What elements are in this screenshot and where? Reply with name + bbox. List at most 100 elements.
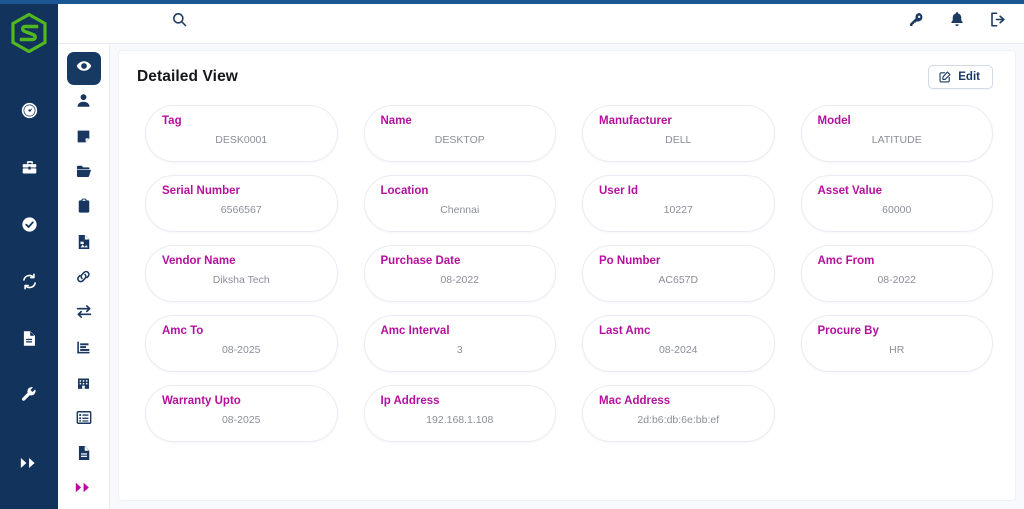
- search-button[interactable]: [168, 11, 190, 33]
- field-card: Amc From 08-2022: [800, 245, 993, 302]
- field-value: 08-2022: [877, 274, 917, 286]
- field-label: Amc To: [162, 325, 204, 337]
- strip-item-attachments[interactable]: [67, 228, 101, 261]
- user-icon: [76, 93, 91, 113]
- strip-item-notes[interactable]: [67, 122, 101, 155]
- primary-sidebar-items: [0, 77, 58, 486]
- field-value: 2d:b6:db:6e:bb:ef: [637, 414, 720, 426]
- field-card: Warranty Upto 08-2025: [145, 385, 338, 442]
- strip-item-user[interactable]: [67, 87, 101, 120]
- field-value: 6566567: [220, 204, 262, 216]
- rail-item-expand[interactable]: [0, 439, 58, 486]
- field-value: AC657D: [658, 274, 699, 286]
- change-password-button[interactable]: [906, 12, 926, 32]
- field-label: Purchase Date: [380, 255, 461, 267]
- note-icon: [76, 129, 91, 149]
- strip-item-transfer[interactable]: [67, 298, 101, 331]
- hexagon-s-logo-icon: [11, 12, 47, 58]
- strip-item-analytics[interactable]: [67, 333, 101, 366]
- main-region: Detailed View Edit Tag DESK0001 Name DES…: [58, 0, 1024, 509]
- rail-item-dashboard[interactable]: [0, 87, 58, 134]
- field-label: Location: [380, 185, 429, 197]
- field-card: Manufacturer DELL: [582, 105, 775, 162]
- field-label: Vendor Name: [162, 255, 236, 267]
- wrench-icon: [21, 387, 38, 404]
- page-title: Detailed View: [137, 68, 238, 85]
- edit-button[interactable]: Edit: [928, 65, 993, 89]
- field-card: Asset Value 60000: [800, 175, 993, 232]
- rail-item-approvals[interactable]: [0, 201, 58, 248]
- header-actions: [906, 11, 1008, 32]
- logout-button[interactable]: [988, 11, 1008, 32]
- double-chevron-right-icon: [75, 481, 93, 499]
- field-label: Po Number: [599, 255, 661, 267]
- field-label: Procure By: [817, 325, 879, 337]
- field-value: LATITUDE: [871, 134, 922, 146]
- brand-logo[interactable]: [0, 5, 58, 65]
- field-label: Tag: [162, 115, 182, 127]
- lower-region: Detailed View Edit Tag DESK0001 Name DES…: [58, 44, 1024, 509]
- logout-icon: [990, 11, 1006, 32]
- field-value: 10227: [663, 204, 693, 216]
- field-label: Last Amc: [599, 325, 651, 337]
- field-label: Mac Address: [599, 395, 671, 407]
- field-label: Name: [380, 115, 412, 127]
- rail-item-reports[interactable]: [0, 315, 58, 362]
- field-label: Amc From: [817, 255, 875, 267]
- edit-square-icon: [939, 71, 951, 83]
- document-icon: [21, 330, 37, 347]
- top-header-bar: [58, 0, 1024, 44]
- field-value: DESK0001: [215, 134, 268, 146]
- field-value: 08-2024: [658, 344, 698, 356]
- application-window: Detailed View Edit Tag DESK0001 Name DES…: [0, 0, 1024, 509]
- strip-item-links[interactable]: [67, 263, 101, 296]
- primary-sidebar: [0, 0, 58, 509]
- field-label: Amc Interval: [380, 325, 450, 337]
- field-card: Serial Number 6566567: [145, 175, 338, 232]
- search-icon: [172, 12, 187, 32]
- rail-item-maintenance[interactable]: [0, 372, 58, 419]
- field-card: Amc To 08-2025: [145, 315, 338, 372]
- refresh-sync-icon: [21, 273, 38, 290]
- field-card: Procure By HR: [800, 315, 993, 372]
- strip-item-documents[interactable]: [67, 439, 101, 472]
- strip-item-files[interactable]: [67, 157, 101, 190]
- strip-item-list[interactable]: [67, 404, 101, 437]
- toolbox-icon: [21, 159, 38, 176]
- field-card: Po Number AC657D: [582, 245, 775, 302]
- content-area: Detailed View Edit Tag DESK0001 Name DES…: [110, 44, 1024, 509]
- file-image-icon: [77, 234, 91, 255]
- field-card: Vendor Name Diksha Tech: [145, 245, 338, 302]
- key-icon: [909, 12, 924, 32]
- panel-header: Detailed View Edit: [119, 51, 1015, 97]
- field-label: Warranty Upto: [162, 395, 241, 407]
- building-icon: [76, 375, 91, 395]
- field-card: Tag DESK0001: [145, 105, 338, 162]
- field-value: 08-2022: [440, 274, 480, 286]
- strip-item-clipboard[interactable]: [67, 193, 101, 226]
- strip-item-department[interactable]: [67, 368, 101, 401]
- field-card: Ip Address 192.168.1.108: [363, 385, 556, 442]
- fields-grid: Tag DESK0001 Name DESKTOP Manufacturer DELL Mo…: [119, 97, 1015, 452]
- edit-button-label: Edit: [958, 71, 980, 83]
- check-circle-icon: [21, 216, 38, 233]
- field-card: Location Chennai: [363, 175, 556, 232]
- field-label: Ip Address: [380, 395, 440, 407]
- strip-item-detailed-view[interactable]: [66, 52, 101, 85]
- eye-icon: [76, 58, 92, 79]
- notifications-button[interactable]: [947, 12, 967, 32]
- bell-icon: [950, 11, 964, 32]
- folder-open-icon: [76, 164, 92, 184]
- rail-item-assets[interactable]: [0, 144, 58, 191]
- clipboard-icon: [77, 198, 91, 219]
- field-value: 192.168.1.108: [426, 414, 494, 426]
- field-card: Amc Interval 3: [363, 315, 556, 372]
- rail-item-sync[interactable]: [0, 258, 58, 305]
- field-card: User Id 10227: [582, 175, 775, 232]
- field-card: Last Amc 08-2024: [582, 315, 775, 372]
- field-value: 3: [456, 344, 463, 356]
- field-label: Serial Number: [162, 185, 240, 197]
- field-value: 60000: [882, 204, 912, 216]
- field-card: Mac Address 2d:b6:db:6e:bb:ef: [582, 385, 775, 442]
- strip-item-more[interactable]: [67, 474, 101, 507]
